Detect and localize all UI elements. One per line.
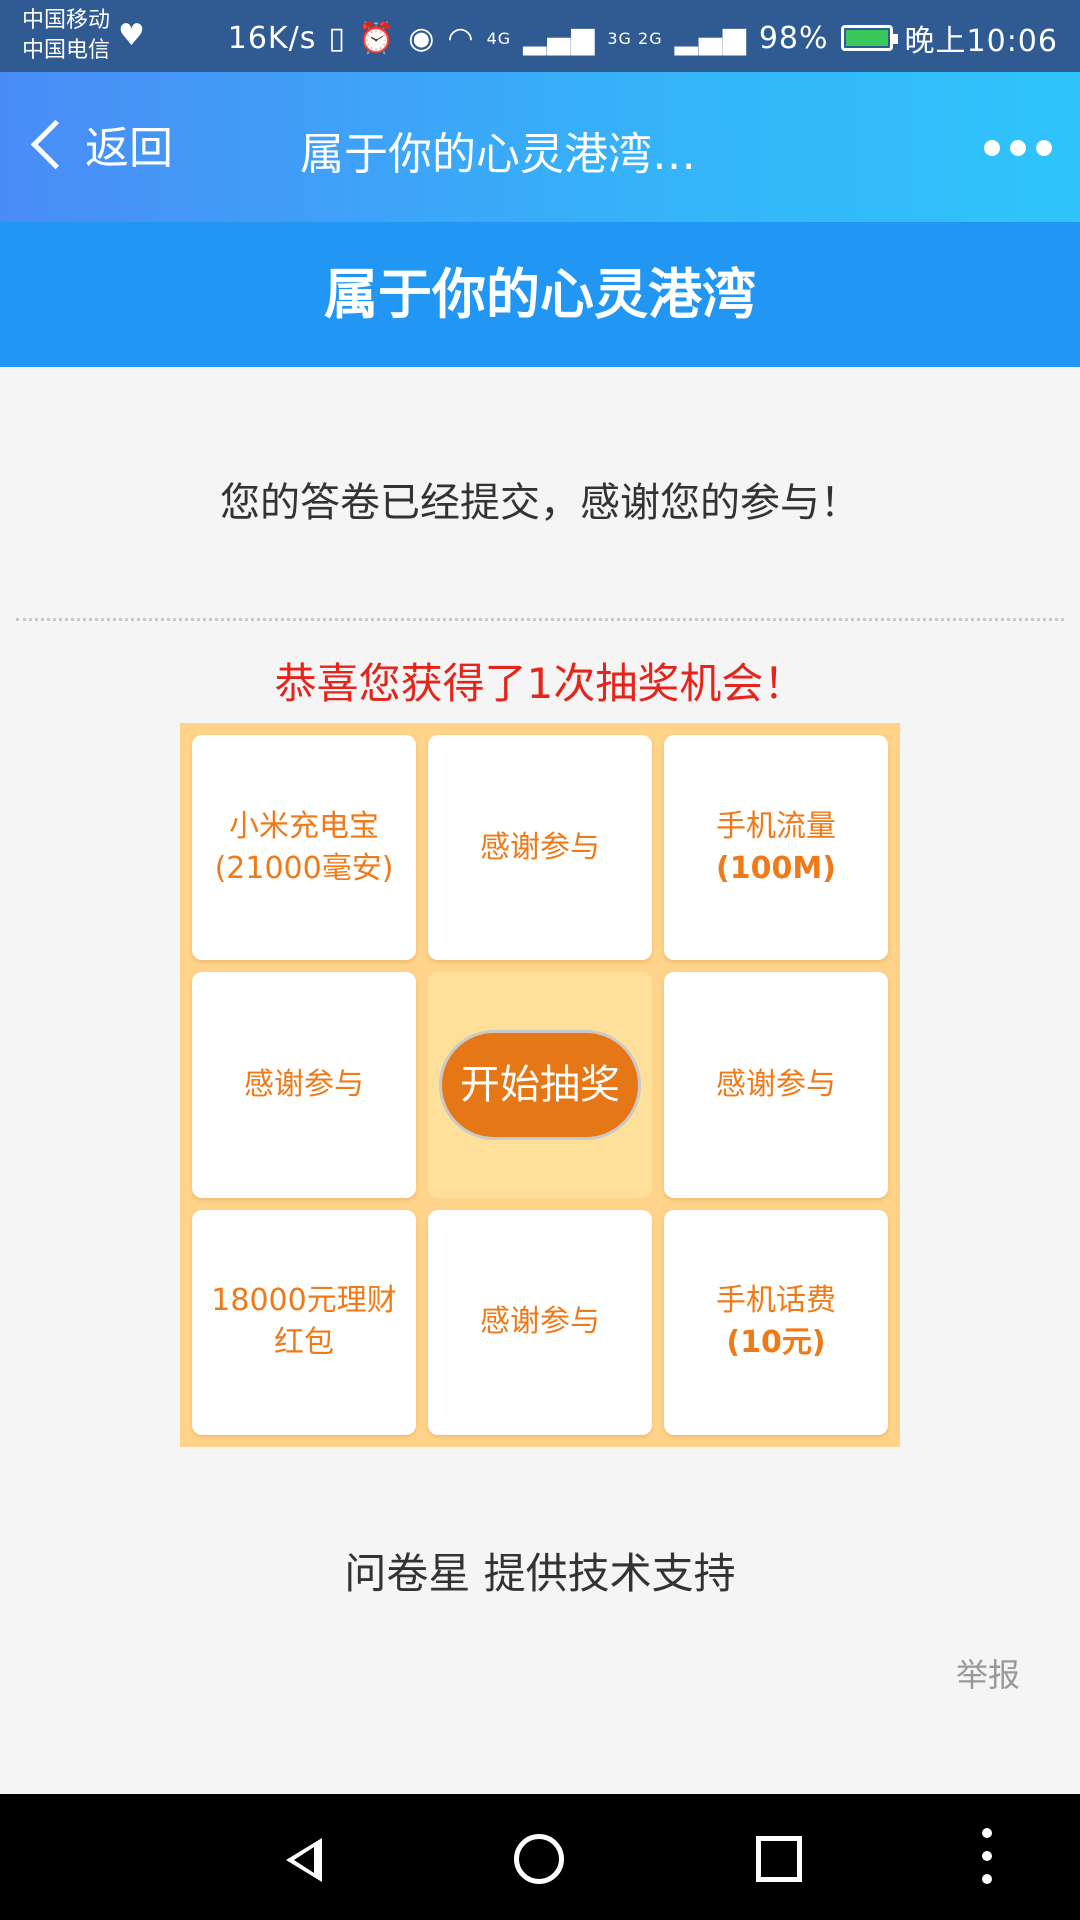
prize-sublabel: (100M) [716,850,836,886]
page-title: 属于你的心灵港湾… [300,129,696,180]
more-options-button[interactable] [984,140,1052,156]
system-home-icon[interactable] [514,1834,564,1884]
prize-label: 感谢参与 [480,829,600,865]
health-heart-icon: ♥ [118,18,145,53]
alarm-icon: ⏰ [357,20,397,56]
prize-label: 手机话费 [716,1283,836,1319]
prize-cell-thanks: 感谢参与 [664,972,888,1198]
carrier-info: 中国移动 中国电信 [22,6,110,66]
network-3g-label: 3G 2G [607,28,663,48]
prize-label: 感谢参与 [480,1304,600,1340]
more-dot-icon [984,140,1000,156]
prize-label: 感谢参与 [716,1066,836,1102]
more-dot-icon [1010,140,1026,156]
system-recents-icon[interactable] [756,1836,802,1882]
eye-icon: ◉ [408,20,436,56]
status-indicators: 16K/s ▯ ⏰ ◉ ◠ 4G ▂▄▆ 3G 2G ▂▄▆ 98% 晚上10:… [228,16,1058,60]
system-back-icon[interactable] [278,1834,328,1884]
prize-label: 小米充电宝 [229,808,379,844]
prize-cell-data: 手机流量 (100M) [664,735,888,961]
battery-percent: 98% [758,20,829,56]
back-button[interactable]: 返回 [24,112,173,176]
prize-label: 手机流量 [716,808,836,844]
prize-cell-phone-credit: 手机话费 (10元) [664,1209,888,1435]
tech-support-text: 问卷星 提供技术支持 [344,1549,736,1598]
back-chevron-icon [30,119,81,169]
prize-sublabel: 红包 [274,1325,334,1361]
battery-icon [840,25,898,51]
back-label: 返回 [85,123,173,174]
carrier-2: 中国电信 [22,38,111,63]
carrier-1: 中国移动 [22,8,111,33]
network-speed: 16K/s [227,20,317,56]
start-cell: 开始抽奖 [428,972,652,1198]
prize-cell-thanks: 感谢参与 [428,735,652,961]
prize-sublabel: (21000毫安) [214,850,394,886]
top-navbar: 返回 属于你的心灵港湾… [0,72,1080,222]
system-menu-icon[interactable] [980,1828,994,1888]
prize-cell-power-bank: 小米充电宝 (21000毫安) [192,735,416,961]
status-bar: 中国移动 中国电信 ♥ 16K/s ▯ ⏰ ◉ ◠ 4G ▂▄▆ 3G 2G ▂… [0,0,1080,72]
network-4g-label: 4G [486,28,512,48]
prize-sublabel: (10元) [726,1325,826,1361]
lottery-grid: 小米充电宝 (21000毫安) 感谢参与 手机流量 (100M) 感谢参与 开始… [180,723,900,1447]
prize-cell-thanks: 感谢参与 [192,972,416,1198]
submission-message: 您的答卷已经提交，感谢您的参与！ [220,480,860,526]
system-nav-bar [0,1794,1080,1920]
lottery-congrats: 恭喜您获得了1次抽奖机会！ [274,659,806,708]
prize-label: 感谢参与 [244,1066,364,1102]
dotted-divider [16,618,1064,621]
clock: 晚上10:06 [904,24,1058,59]
prize-cell-red-packet: 18000元理财 红包 [192,1209,416,1435]
wifi-icon: ◠ [447,20,475,56]
survey-banner: 属于你的心灵港湾 [0,222,1080,367]
more-dot-icon [1036,140,1052,156]
start-lottery-button[interactable]: 开始抽奖 [439,1029,641,1140]
signal-icon: ▂▄▆ [523,20,596,56]
signal-icon-2: ▂▄▆ [674,20,747,56]
prize-cell-thanks: 感谢参与 [428,1209,652,1435]
report-link[interactable]: 举报 [956,1650,1020,1696]
prize-label: 18000元理财 [211,1283,397,1319]
vibrate-icon: ▯ [328,20,346,56]
